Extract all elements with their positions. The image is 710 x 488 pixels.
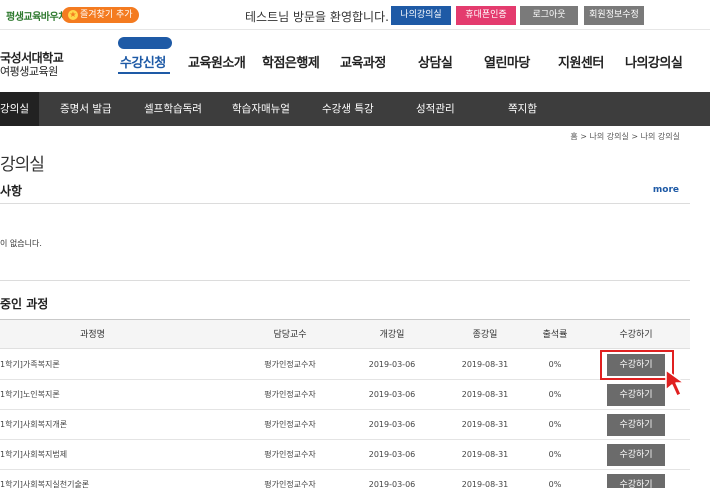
- col-course-name: 과정명: [80, 330, 105, 340]
- course-attendance: 0%: [548, 480, 562, 488]
- course-name[interactable]: 1학기]노인복지론: [0, 380, 185, 410]
- breadcrumb: 홈 > 나의 강의실 > 나의 강의실: [570, 132, 680, 141]
- member-info-edit-button[interactable]: 회원정보수정: [584, 6, 644, 25]
- gnb-support[interactable]: 지원센터: [558, 52, 604, 71]
- university-subname: 여평생교육원: [0, 65, 58, 78]
- notice-more-link[interactable]: more: [653, 185, 679, 195]
- course-end-date: 2019-08-31: [461, 360, 509, 369]
- main-header: 국성서대학교 여평생교육원 수강신청 교육원소개 학점은행제 교육과정 상담실 …: [0, 30, 710, 92]
- enroll-button[interactable]: 수강하기: [607, 444, 665, 466]
- star-icon: ★: [68, 10, 78, 20]
- enroll-button-highlight-box: [600, 350, 674, 380]
- enroll-button[interactable]: 수강하기: [607, 474, 665, 488]
- course-professor: 평가인정교수자: [264, 480, 316, 488]
- gnb-credit-bank[interactable]: 학점은행제: [262, 52, 320, 71]
- enroll-button[interactable]: 수강하기: [607, 414, 665, 436]
- table-row: 1학기]사회복지법제 평가인정교수자 2019-03-06 2019-08-31…: [0, 440, 690, 470]
- subnav-special-lecture[interactable]: 수강생 특강: [322, 92, 374, 126]
- course-attendance: 0%: [548, 390, 562, 399]
- table-row: 1학기]가족복지론 평가인정교수자 2019-03-06 2019-08-31 …: [0, 350, 690, 380]
- gnb-enroll[interactable]: 수강신청: [120, 52, 166, 71]
- course-end-date: 2019-08-31: [461, 450, 509, 459]
- subnav-grades[interactable]: 성적관리: [416, 92, 455, 126]
- page-title: 강의실: [0, 155, 45, 175]
- col-enroll: 수강하기: [619, 330, 653, 340]
- mouse-pointer-icon: [665, 369, 685, 397]
- table-row: 1학기]사회복지개론 평가인정교수자 2019-03-06 2019-08-31…: [0, 410, 690, 440]
- phone-auth-button[interactable]: 휴대폰인증: [456, 6, 516, 25]
- notice-divider: [0, 203, 690, 204]
- my-classroom-button[interactable]: 나의강의실: [391, 6, 451, 25]
- col-end-date: 종강일: [472, 330, 498, 340]
- col-start-date: 개강일: [379, 330, 405, 340]
- gnb-open-board[interactable]: 열린마당: [484, 52, 530, 71]
- course-professor: 평가인정교수자: [264, 450, 316, 459]
- subnav-certificate[interactable]: 증명서 발급: [60, 92, 112, 126]
- course-start-date: 2019-03-06: [368, 480, 416, 488]
- notice-bottom-divider: [0, 280, 690, 281]
- subnav-self-study[interactable]: 셀프학습독려: [144, 92, 202, 126]
- subnav-classroom[interactable]: 강의실: [0, 92, 39, 126]
- add-favorite-button[interactable]: ★ 즐겨찾기 추가: [62, 7, 139, 23]
- active-menu-pill: [118, 37, 172, 49]
- course-end-date: 2019-08-31: [461, 480, 509, 488]
- course-end-date: 2019-08-31: [461, 390, 509, 399]
- gnb-about[interactable]: 교육원소개: [188, 52, 246, 71]
- add-favorite-label: 즐겨찾기 추가: [80, 10, 133, 20]
- course-start-date: 2019-03-06: [368, 390, 416, 399]
- course-attendance: 0%: [548, 420, 562, 429]
- welcome-message: 테스트님 방문을 환영합니다.: [245, 10, 389, 24]
- gnb-curriculum[interactable]: 교육과정: [340, 52, 386, 71]
- course-attendance: 0%: [548, 450, 562, 459]
- course-attendance: 0%: [548, 360, 562, 369]
- course-start-date: 2019-03-06: [368, 420, 416, 429]
- course-name[interactable]: 1학기]사회복지실천기술론: [0, 470, 185, 488]
- sub-navigation: 강의실 증명서 발급 셀프학습독려 학습자매뉴얼 수강생 특강 성적관리 쪽지함: [0, 92, 710, 126]
- subnav-manual[interactable]: 학습자매뉴얼: [232, 92, 290, 126]
- course-name[interactable]: 1학기]사회복지법제: [0, 440, 185, 470]
- gnb-counsel[interactable]: 상담실: [418, 52, 453, 71]
- university-name: 국성서대학교: [0, 51, 64, 65]
- course-name[interactable]: 1학기]사회복지개론: [0, 410, 185, 440]
- enroll-button[interactable]: 수강하기: [607, 384, 665, 406]
- notice-section-title: 사항: [0, 184, 23, 198]
- table-row: 1학기]노인복지론 평가인정교수자 2019-03-06 2019-08-31 …: [0, 380, 690, 410]
- gnb-my-classroom[interactable]: 나의강의실: [625, 52, 683, 71]
- course-professor: 평가인정교수자: [264, 360, 316, 369]
- courses-table-header: 과정명 담당교수 개강일 종강일 출석률 수강하기: [0, 319, 690, 349]
- col-professor: 담당교수: [273, 330, 307, 340]
- notice-empty-message: 이 없습니다.: [0, 239, 42, 248]
- subnav-messages[interactable]: 쪽지함: [508, 92, 537, 126]
- course-professor: 평가인정교수자: [264, 420, 316, 429]
- course-professor: 평가인정교수자: [264, 390, 316, 399]
- top-utility-bar: 평생교육바우처 ★ 즐겨찾기 추가 테스트님 방문을 환영합니다. 나의강의실 휴…: [0, 0, 710, 30]
- course-end-date: 2019-08-31: [461, 420, 509, 429]
- course-start-date: 2019-03-06: [368, 450, 416, 459]
- courses-section-title: 중인 과정: [0, 297, 49, 311]
- course-name[interactable]: 1학기]가족복지론: [0, 350, 185, 380]
- course-start-date: 2019-03-06: [368, 360, 416, 369]
- table-row: 1학기]사회복지실천기술론 평가인정교수자 2019-03-06 2019-08…: [0, 470, 690, 488]
- active-menu-underline: [118, 72, 170, 74]
- logout-button[interactable]: 로그아웃: [520, 6, 578, 25]
- university-logo[interactable]: 국성서대학교 여평생교육원: [0, 51, 64, 79]
- col-attendance: 출석률: [542, 330, 568, 340]
- voucher-logo[interactable]: 평생교육바우처: [6, 8, 67, 23]
